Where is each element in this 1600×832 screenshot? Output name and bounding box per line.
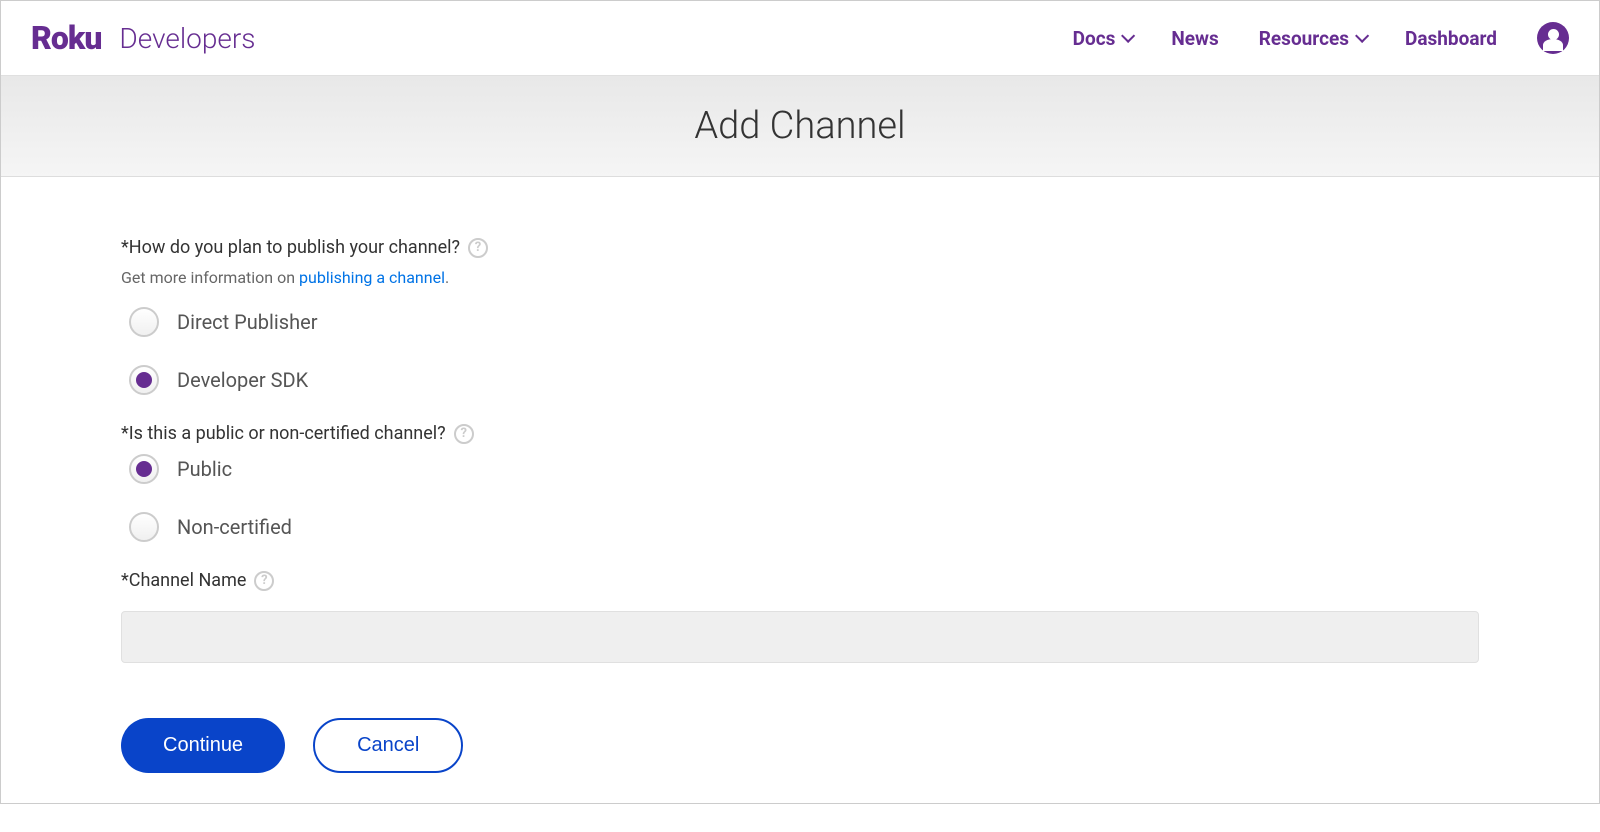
logo[interactable]: Roku xyxy=(31,19,101,57)
public-question-label: *Is this a public or non-certified chann… xyxy=(121,423,446,444)
publish-help-suffix: . xyxy=(445,268,449,287)
radio-label-developer-sdk: Developer SDK xyxy=(177,368,308,392)
channel-name-group: *Channel Name ? xyxy=(121,570,1479,663)
nav-news-label: News xyxy=(1171,27,1218,50)
radio-non-certified[interactable]: Non-certified xyxy=(129,512,1479,542)
radio-button[interactable] xyxy=(129,512,159,542)
developers-label[interactable]: Developers xyxy=(119,22,255,55)
button-row: Continue Cancel xyxy=(121,718,1479,773)
channel-name-input[interactable] xyxy=(121,611,1479,663)
nav-dashboard[interactable]: Dashboard xyxy=(1405,27,1497,50)
channel-name-row: *Channel Name ? xyxy=(121,570,1479,591)
radio-direct-publisher[interactable]: Direct Publisher xyxy=(129,307,1479,337)
nav-docs[interactable]: Docs xyxy=(1073,27,1132,50)
continue-button[interactable]: Continue xyxy=(121,718,285,773)
form-content: *How do you plan to publish your channel… xyxy=(1,177,1599,803)
header-nav: Docs News Resources Dashboard xyxy=(1073,22,1569,54)
cancel-button[interactable]: Cancel xyxy=(313,718,463,773)
radio-button[interactable] xyxy=(129,365,159,395)
nav-docs-label: Docs xyxy=(1073,27,1116,50)
radio-label-direct-publisher: Direct Publisher xyxy=(177,310,317,334)
account-icon[interactable] xyxy=(1537,22,1569,54)
radio-label-public: Public xyxy=(177,457,232,481)
radio-button[interactable] xyxy=(129,307,159,337)
chevron-down-icon xyxy=(1121,29,1135,43)
header: Roku Developers Docs News Resources Dash… xyxy=(1,1,1599,76)
publish-question-row: *How do you plan to publish your channel… xyxy=(121,237,1479,258)
radio-public[interactable]: Public xyxy=(129,454,1479,484)
page-title: Add Channel xyxy=(1,104,1599,148)
channel-name-label: *Channel Name xyxy=(121,570,246,591)
public-question-row: *Is this a public or non-certified chann… xyxy=(121,423,1479,444)
help-icon[interactable]: ? xyxy=(454,424,474,444)
chevron-down-icon xyxy=(1355,29,1369,43)
nav-news[interactable]: News xyxy=(1171,27,1218,50)
radio-developer-sdk[interactable]: Developer SDK xyxy=(129,365,1479,395)
publish-help-prefix: Get more information on xyxy=(121,268,299,287)
publish-help-text: Get more information on publishing a cha… xyxy=(121,268,1479,287)
public-group: *Is this a public or non-certified chann… xyxy=(121,423,1479,542)
nav-resources-label: Resources xyxy=(1259,27,1349,50)
nav-dashboard-label: Dashboard xyxy=(1405,27,1497,50)
radio-label-non-certified: Non-certified xyxy=(177,515,292,539)
publish-radio-group: Direct Publisher Developer SDK xyxy=(121,307,1479,395)
help-icon[interactable]: ? xyxy=(468,238,488,258)
publish-question-label: *How do you plan to publish your channel… xyxy=(121,237,460,258)
publish-group: *How do you plan to publish your channel… xyxy=(121,237,1479,395)
header-left: Roku Developers xyxy=(31,19,255,57)
radio-button[interactable] xyxy=(129,454,159,484)
public-radio-group: Public Non-certified xyxy=(121,454,1479,542)
publishing-channel-link[interactable]: publishing a channel xyxy=(299,268,445,287)
nav-resources[interactable]: Resources xyxy=(1259,27,1365,50)
page-banner: Add Channel xyxy=(1,76,1599,177)
help-icon[interactable]: ? xyxy=(254,571,274,591)
